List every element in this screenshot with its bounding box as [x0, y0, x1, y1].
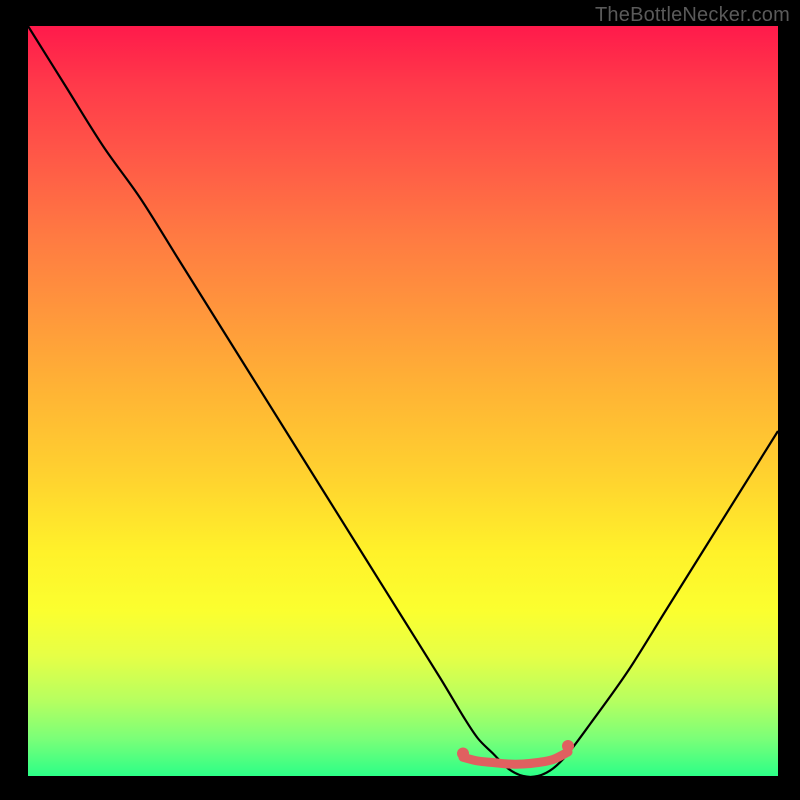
plot-area [28, 26, 778, 776]
bottleneck-curve [28, 26, 778, 776]
chart-svg [28, 26, 778, 776]
highlight-dot [457, 748, 469, 760]
flat-bottom-highlight [463, 752, 568, 764]
chart-frame: TheBottleNecker.com [0, 0, 800, 800]
highlight-dot [562, 740, 574, 752]
watermark-text: TheBottleNecker.com [595, 4, 790, 27]
